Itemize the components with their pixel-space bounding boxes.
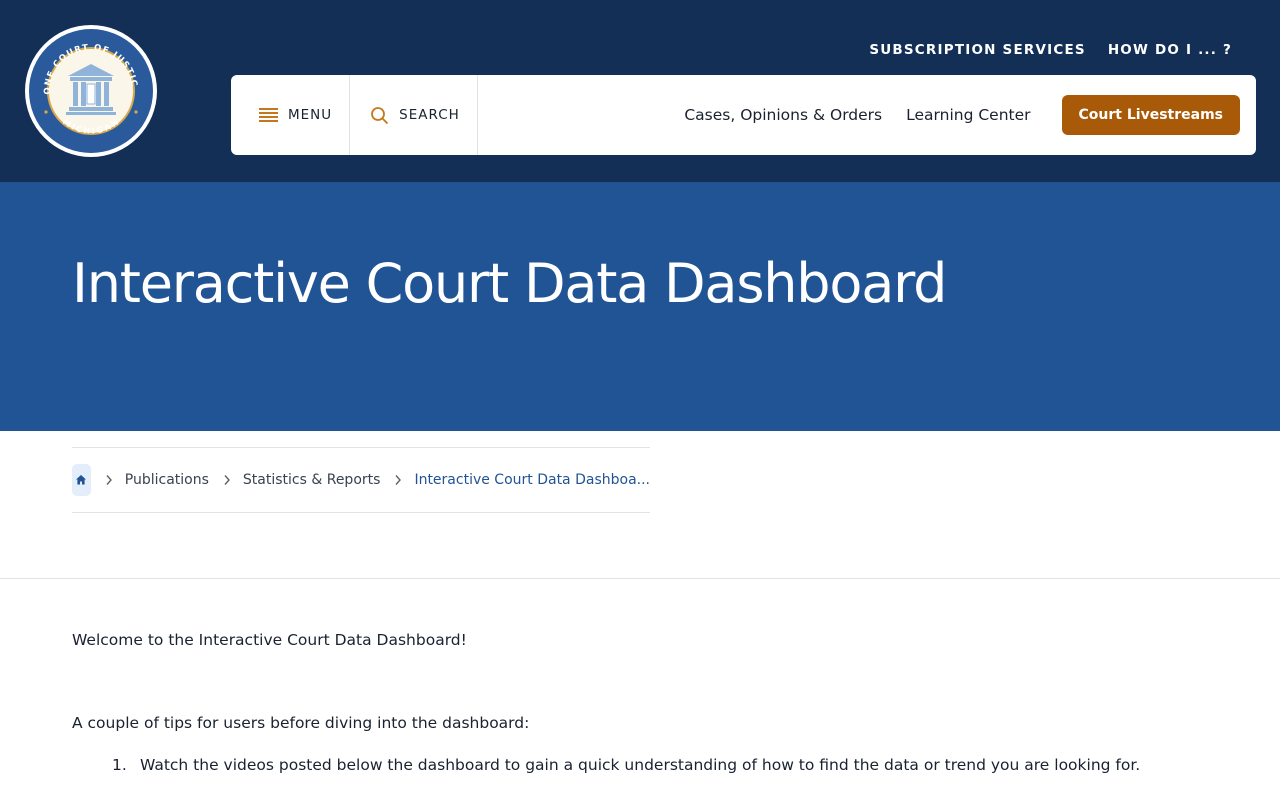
breadcrumb-current: Interactive Court Data Dashboa... [414, 472, 650, 488]
list-item: 1. Watch the videos posted below the das… [112, 756, 1140, 774]
primary-links: Cases, Opinions & Orders Learning Center… [684, 95, 1256, 135]
chevron-right-icon [223, 474, 231, 486]
search-icon [371, 106, 389, 124]
list-item-number: 1. [112, 756, 127, 774]
search-button[interactable]: SEARCH [350, 75, 478, 155]
menu-label: MENU [288, 107, 333, 123]
subscription-services-link[interactable]: SUBSCRIPTION SERVICES [869, 42, 1086, 58]
learning-center-link[interactable]: Learning Center [906, 106, 1030, 124]
breadcrumb: Publications Statistics & Reports Intera… [72, 447, 650, 513]
breadcrumb-statistics-reports[interactable]: Statistics & Reports [243, 472, 381, 488]
main-nav-bar: MENU SEARCH Cases, Opinions & Orders Lea… [231, 75, 1256, 155]
court-livestreams-button[interactable]: Court Livestreams [1061, 95, 1240, 135]
court-seal-icon: ONE COURT OF JUSTICE MICHIGAN [20, 17, 157, 157]
section-divider [0, 578, 1280, 579]
tips-heading: A couple of tips for users before diving… [72, 714, 530, 732]
chevron-right-icon [105, 474, 113, 486]
cases-opinions-orders-link[interactable]: Cases, Opinions & Orders [684, 106, 882, 124]
menu-button[interactable]: MENU [231, 75, 351, 155]
breadcrumb-publications[interactable]: Publications [125, 472, 209, 488]
search-label: SEARCH [399, 107, 460, 123]
hamburger-icon [259, 107, 278, 123]
list-item-text: Watch the videos posted below the dashbo… [140, 756, 1141, 774]
court-logo[interactable]: ONE COURT OF JUSTICE MICHIGAN [20, 17, 158, 158]
page-title: Interactive Court Data Dashboard [72, 252, 947, 315]
utility-nav: SUBSCRIPTION SERVICES HOW DO I ... ? [869, 42, 1232, 58]
site-header: ONE COURT OF JUSTICE MICHIGAN SUBSCRIPTI… [0, 0, 1280, 182]
chevron-right-icon [394, 474, 402, 486]
home-icon [76, 475, 87, 485]
intro-text: Welcome to the Interactive Court Data Da… [72, 631, 467, 649]
how-do-i-link[interactable]: HOW DO I ... ? [1108, 42, 1232, 58]
breadcrumb-home[interactable] [72, 464, 91, 496]
hero-banner: Interactive Court Data Dashboard [0, 182, 1280, 431]
